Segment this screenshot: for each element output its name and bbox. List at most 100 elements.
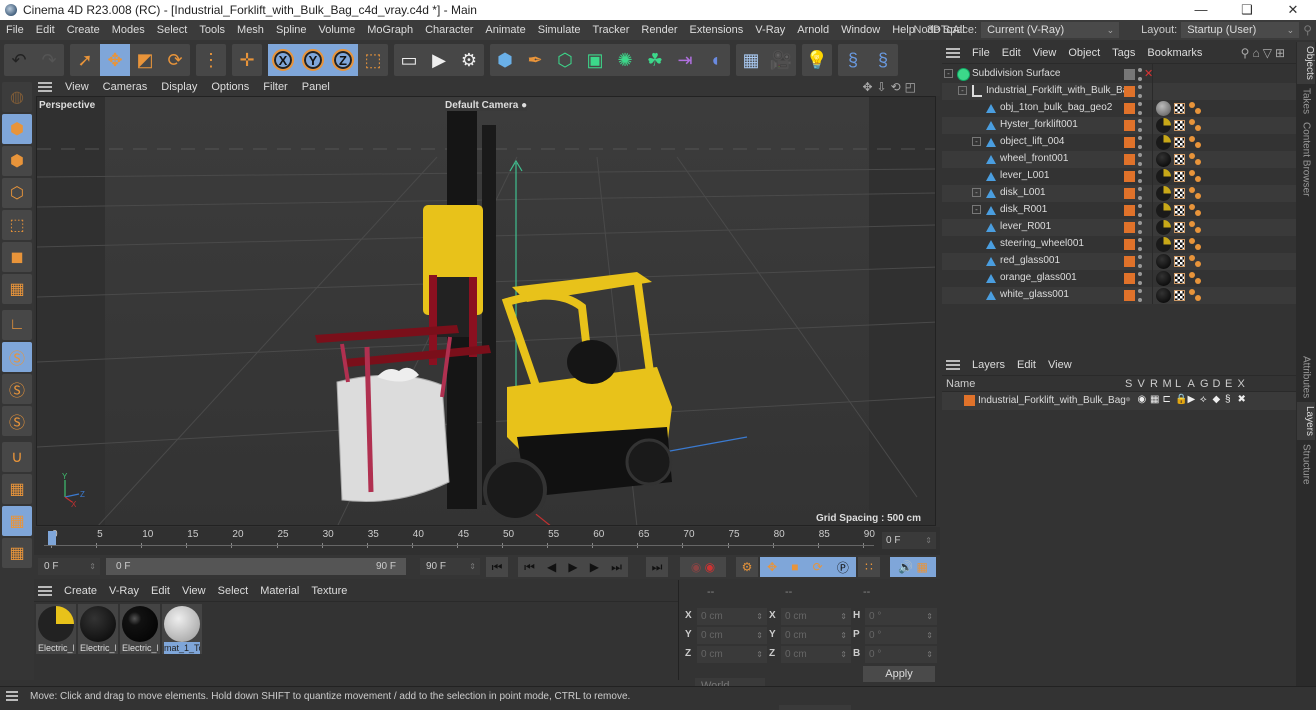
search-icon[interactable]: ⚲ — [1241, 46, 1253, 60]
object-row[interactable]: - Industrial_Forklift_with_Bulk_Bag — [942, 83, 1296, 100]
uvw-tag-icon[interactable] — [1174, 273, 1185, 284]
symmetry-button[interactable]: ⇥ — [670, 44, 700, 76]
viewport-nav-icons[interactable]: ✥⇩⟲◰ — [862, 80, 920, 94]
mograph-button[interactable]: ☘ — [640, 44, 670, 76]
side-tab-takes[interactable]: Takes — [1301, 84, 1312, 118]
material-tag-icon[interactable] — [1156, 101, 1171, 116]
y-axis-lock-button[interactable]: Y — [298, 44, 328, 76]
menu-spline[interactable]: Spline — [270, 24, 313, 36]
phong-tag-icon[interactable] — [1189, 272, 1203, 286]
layer-color-swatch[interactable] — [964, 395, 975, 406]
object-row[interactable]: - disk_L001 — [942, 185, 1296, 202]
layout-select[interactable]: Startup (User) ⌄ — [1181, 22, 1300, 38]
texture-mode-button[interactable]: ⬢ — [2, 146, 32, 176]
layer-color-tag[interactable] — [1124, 290, 1135, 301]
workplane-button[interactable]: ▦ — [2, 474, 32, 504]
layers-menu-layers[interactable]: Layers — [966, 359, 1011, 371]
menu-render[interactable]: Render — [635, 24, 683, 36]
material-tag-icon[interactable] — [1156, 118, 1171, 133]
material-tag-icon[interactable] — [1156, 271, 1171, 286]
viewport-menu-display[interactable]: Display — [154, 81, 204, 93]
material-menu-create[interactable]: Create — [58, 585, 103, 597]
render-picture-viewer-button[interactable]: ▶ — [424, 44, 454, 76]
visibility-dots[interactable] — [1138, 289, 1142, 302]
model-mode-button[interactable]: ⬢ — [2, 114, 32, 144]
key-rotation-icon[interactable]: ⟳ — [813, 560, 823, 574]
z-axis-lock-button[interactable]: Z — [328, 44, 358, 76]
deformer-button[interactable]: ◖ — [700, 44, 730, 76]
object-name[interactable]: orange_glass001 — [1000, 272, 1077, 283]
viewport-menu-options[interactable]: Options — [204, 81, 256, 93]
expand-toggle-icon[interactable]: - — [972, 188, 981, 197]
material-tag-icon[interactable] — [1156, 135, 1171, 150]
cloner-button[interactable]: ✺ — [610, 44, 640, 76]
object-name[interactable]: Subdivision Surface — [972, 68, 1060, 79]
object-name[interactable]: obj_1ton_bulk_bag_geo2 — [1000, 102, 1112, 113]
visibility-dots[interactable] — [1138, 102, 1142, 115]
record-key-icon[interactable]: ◉ — [691, 560, 701, 574]
render-view-button[interactable]: ▭ — [394, 44, 424, 76]
key-position-icon[interactable]: ✥ — [767, 560, 777, 574]
object-name[interactable]: Hyster_forklift001 — [1000, 119, 1078, 130]
visibility-dots[interactable] — [1138, 153, 1142, 166]
object-name[interactable]: Industrial_Forklift_with_Bulk_Bag — [986, 85, 1134, 96]
layer-name[interactable]: Industrial_Forklift_with_Bulk_Bag — [978, 395, 1126, 406]
key-pla-icon[interactable]: ∷ — [858, 557, 880, 577]
object-row[interactable]: - disk_R001 — [942, 202, 1296, 219]
menu-edit[interactable]: Edit — [30, 24, 61, 36]
maximize-button[interactable]: ❑ — [1224, 0, 1270, 20]
layer-flag-r-icon[interactable]: ▦ — [1150, 394, 1159, 405]
node-space-select[interactable]: Current (V-Ray) ⌄ — [981, 22, 1120, 38]
objects-menu-file[interactable]: File — [966, 47, 996, 59]
point-mode-button[interactable]: ⬡ — [2, 178, 32, 208]
side-tab-layers[interactable]: Layers — [1297, 402, 1315, 441]
uvw-tag-icon[interactable] — [1174, 222, 1185, 233]
render-settings-button[interactable]: ⚙ — [454, 44, 484, 76]
viewport-menu-view[interactable]: View — [58, 81, 96, 93]
visibility-dots[interactable] — [1138, 272, 1142, 285]
menu-animate[interactable]: Animate — [479, 24, 531, 36]
expand-toggle-icon[interactable]: - — [972, 137, 981, 146]
pen-button[interactable]: ✒ — [520, 44, 550, 76]
expand-toggle-icon[interactable]: - — [944, 69, 953, 78]
next-frame-button[interactable]: ▶ — [590, 560, 599, 574]
python-button[interactable]: § — [838, 44, 868, 76]
undo-button[interactable]: ↶ — [4, 44, 34, 76]
object-name[interactable]: white_glass001 — [1000, 289, 1069, 300]
menu-tools[interactable]: Tools — [193, 24, 231, 36]
subdivision-button[interactable]: ⬡ — [550, 44, 580, 76]
redo-button[interactable]: ↷ — [34, 44, 64, 76]
menu-select[interactable]: Select — [151, 24, 194, 36]
timeline-ruler[interactable]: 051015202530354045505560657075808590 0 F… — [34, 527, 940, 555]
objects-menu-edit[interactable]: Edit — [996, 47, 1027, 59]
object-row[interactable]: red_glass001 — [942, 253, 1296, 270]
new-view-icon[interactable]: ⊞ — [1275, 46, 1288, 60]
visibility-dots[interactable] — [1138, 238, 1142, 251]
layer-flag-a-icon[interactable]: ▶ — [1188, 394, 1196, 405]
layer-color-tag[interactable] — [1124, 222, 1135, 233]
object-name[interactable]: lever_L001 — [1000, 170, 1049, 181]
next-key-button[interactable]: ⏭ — [611, 560, 622, 575]
light-button[interactable]: 💡 — [802, 44, 832, 76]
prev-key-button[interactable]: ⏮ — [524, 560, 535, 575]
magnet-button[interactable]: ∪ — [2, 442, 32, 472]
coord-field[interactable]: 0 cm ⇕ — [781, 646, 851, 663]
uvw-tag-icon[interactable] — [1174, 205, 1185, 216]
menu-volume[interactable]: Volume — [313, 24, 362, 36]
menu-window[interactable]: Window — [835, 24, 886, 36]
material-swatch[interactable]: Electric_I — [78, 604, 118, 654]
object-name[interactable]: wheel_front001 — [1000, 153, 1068, 164]
start-frame-field[interactable]: 0 F ⇕ — [38, 558, 100, 575]
home-icon[interactable]: ⌂ — [1252, 46, 1262, 60]
object-row[interactable]: - Subdivision Surface ✕ — [942, 66, 1296, 83]
side-tab-attributes[interactable]: Attributes — [1301, 352, 1312, 402]
expand-toggle-icon[interactable]: - — [958, 86, 967, 95]
material-menu-material[interactable]: Material — [254, 585, 305, 597]
menu-create[interactable]: Create — [61, 24, 106, 36]
menu-modes[interactable]: Modes — [106, 24, 151, 36]
phong-tag-icon[interactable] — [1189, 204, 1203, 218]
object-row[interactable]: obj_1ton_bulk_bag_geo2 — [942, 100, 1296, 117]
current-frame-field[interactable]: 0 F ⇕ — [882, 532, 936, 549]
uvw-tag-icon[interactable] — [1174, 256, 1185, 267]
uvw-tag-icon[interactable] — [1174, 171, 1185, 182]
